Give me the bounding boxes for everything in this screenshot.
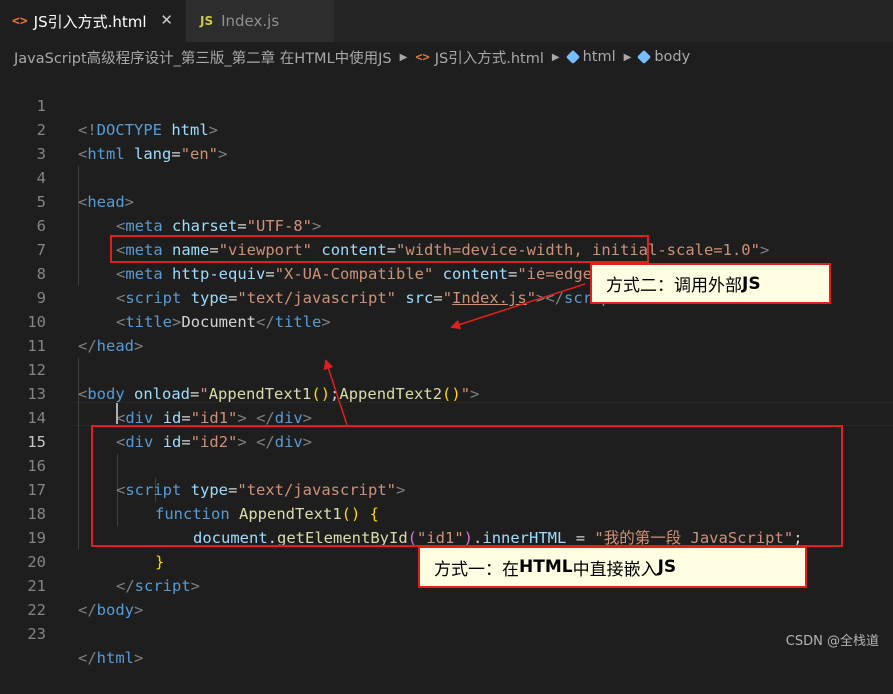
code-line: 4 <head> bbox=[0, 142, 893, 211]
code-line: 12 <body onload="AppendText1();AppendTex… bbox=[0, 334, 893, 403]
token: </ bbox=[78, 649, 97, 667]
js-file-icon: JS bbox=[200, 14, 214, 28]
token: > bbox=[134, 649, 144, 667]
tab-index-js[interactable]: JS Index.js bbox=[186, 0, 334, 42]
code-line: 1 <!DOCTYPE html> bbox=[0, 70, 893, 139]
chevron-right-icon: ▶ bbox=[623, 51, 632, 63]
code-line: 13 <div id="id1"> </div> bbox=[0, 358, 893, 427]
html-file-icon: <> bbox=[415, 50, 430, 64]
highlight-external-script bbox=[110, 235, 649, 263]
tab-bar: <> JS引入方式.html ✕ JS Index.js bbox=[0, 0, 893, 42]
annotation-text: 方式二：调用外部 bbox=[606, 276, 742, 296]
code-line: 23 </html> bbox=[0, 598, 893, 667]
breadcrumb-node-body[interactable]: body bbox=[654, 49, 690, 65]
line-number: 23 bbox=[27, 625, 46, 643]
breadcrumb-node-html[interactable]: html bbox=[583, 49, 616, 65]
annotation-method-1: 方式一：在 HTML 中直接嵌入 JS bbox=[418, 546, 807, 588]
annotation-text: 方式一：在 bbox=[434, 559, 519, 580]
element-cube-icon bbox=[565, 49, 580, 65]
html-file-icon: <> bbox=[12, 13, 28, 29]
breadcrumb-folder[interactable]: JavaScript高级程序设计_第三版_第二章 在HTML中使用JS bbox=[14, 47, 392, 68]
chevron-right-icon: ▶ bbox=[399, 51, 408, 63]
highlight-inline-script bbox=[91, 425, 843, 547]
code-line: 11 bbox=[0, 310, 893, 355]
close-icon[interactable]: ✕ bbox=[160, 11, 173, 29]
tab-label: JS引入方式.html bbox=[33, 12, 147, 31]
tab-label: Index.js bbox=[221, 12, 280, 30]
tab-js-import-html[interactable]: <> JS引入方式.html ✕ bbox=[0, 0, 185, 42]
breadcrumb-file[interactable]: JS引入方式.html bbox=[435, 47, 544, 68]
code-line: 5 <meta charset="UTF-8"> bbox=[0, 166, 893, 235]
chevron-right-icon: ▶ bbox=[551, 51, 560, 63]
breadcrumb: JavaScript高级程序设计_第三版_第二章 在HTML中使用JS ▶ <>… bbox=[0, 42, 893, 72]
code-line: 2 <html lang="en"> bbox=[0, 94, 893, 163]
annotation-text-bold: JS bbox=[742, 273, 761, 294]
text-cursor bbox=[116, 403, 118, 424]
annotation-text-bold: HTML bbox=[519, 557, 573, 577]
code-line: 3 bbox=[0, 118, 893, 163]
code-line: 6 <meta name="viewport" content="width=d… bbox=[0, 190, 893, 259]
annotation-text-bold: JS bbox=[657, 557, 677, 577]
element-cube-icon bbox=[637, 49, 652, 65]
watermark: CSDN @全栈道 bbox=[785, 634, 879, 649]
annotation-method-2: 方式二：调用外部 JS bbox=[590, 263, 831, 304]
annotation-text: 中直接嵌入 bbox=[572, 559, 658, 580]
code-line: 14 <div id="id2"> </div> bbox=[0, 382, 893, 451]
token: html bbox=[96, 649, 134, 667]
